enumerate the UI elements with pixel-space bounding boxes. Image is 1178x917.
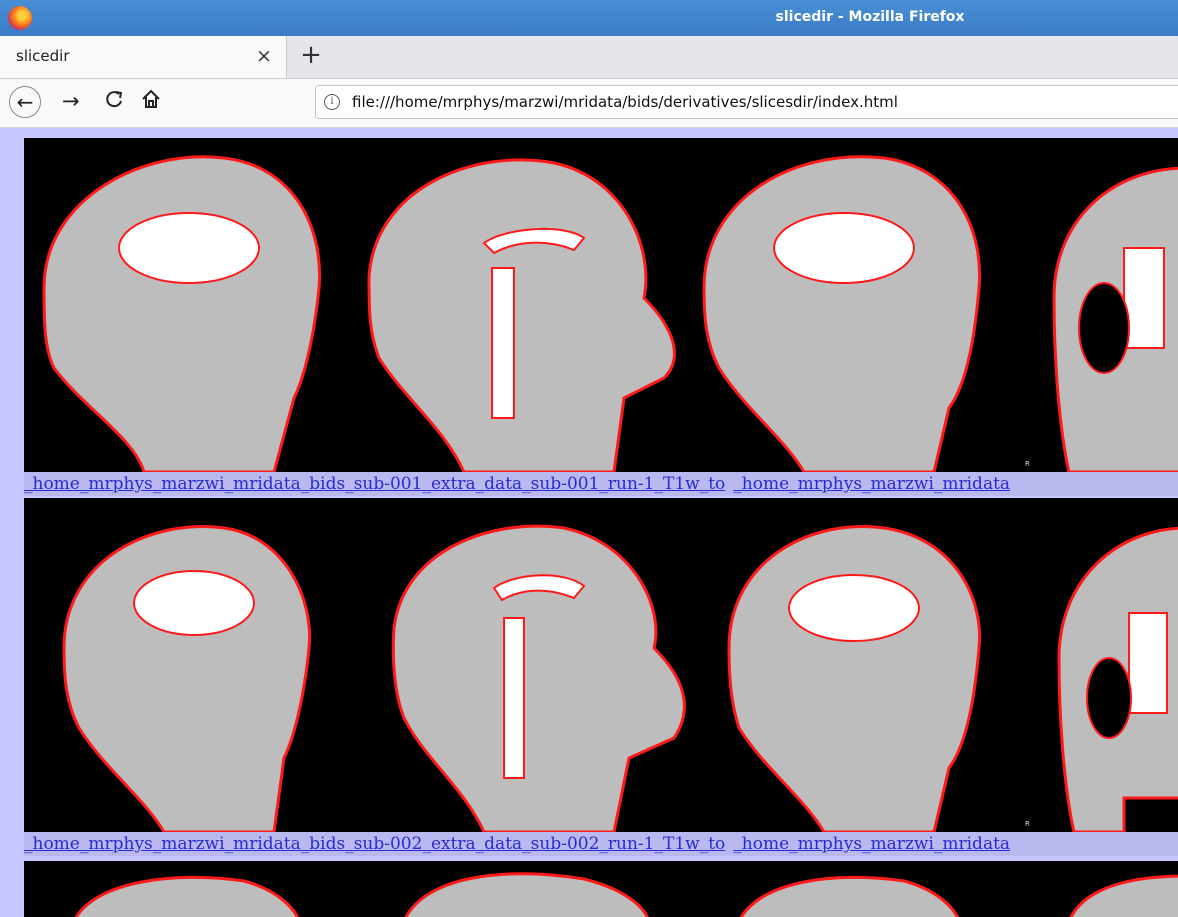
orientation-marker: R [1025, 460, 1030, 468]
reload-icon[interactable] [103, 88, 125, 115]
new-tab-button[interactable]: + [296, 41, 326, 71]
tab-label: slicedir [16, 47, 70, 65]
row-link-bar: _home_mrphys_marzwi_mridata_bids_sub-001… [24, 472, 1178, 496]
orientation-marker: R [1025, 820, 1030, 828]
subject-link[interactable]: _home_mrphys_marzwi_mridata [733, 474, 1010, 494]
slice-image-row-2 [62, 524, 1178, 832]
row-link-bar: _home_mrphys_marzwi_mridata_bids_sub-002… [24, 832, 1178, 856]
subject-link[interactable]: _home_mrphys_marzwi_mridata_bids_sub-001… [24, 474, 725, 494]
slice-row-image[interactable] [24, 861, 1178, 917]
forward-arrow-icon[interactable]: → [62, 89, 80, 113]
subject-link[interactable]: _home_mrphys_marzwi_mridata_bids_sub-002… [24, 834, 725, 854]
window-titlebar: slicedir - Mozilla Firefox [0, 0, 1178, 36]
url-text[interactable]: file:///home/mrphys/marzwi/mridata/bids/… [352, 93, 898, 111]
slice-image-row-3 [74, 872, 1178, 917]
close-icon[interactable]: × [256, 45, 272, 67]
firefox-logo-icon [8, 6, 32, 30]
url-bar[interactable]: i file:///home/mrphys/marzwi/mridata/bid… [315, 85, 1178, 119]
page-content: R _home_mrphys_marzwi_mridata_bids_sub-0… [0, 128, 1178, 917]
slice-row-image[interactable]: R [24, 138, 1178, 472]
info-icon[interactable]: i [324, 94, 340, 110]
slice-image-row-1 [42, 155, 1178, 472]
tab-slicedir[interactable]: slicedir × [0, 36, 287, 78]
tab-bar: slicedir × + [0, 36, 1178, 79]
slice-row-image[interactable]: R [24, 498, 1178, 832]
navigation-toolbar: ← → i file:///home/mrphys/marzwi/mridata… [0, 79, 1178, 128]
back-arrow-icon[interactable]: ← [9, 86, 41, 118]
home-icon[interactable] [140, 88, 162, 115]
window-title: slicedir - Mozilla Firefox [775, 9, 965, 25]
subject-link[interactable]: _home_mrphys_marzwi_mridata [733, 834, 1010, 854]
